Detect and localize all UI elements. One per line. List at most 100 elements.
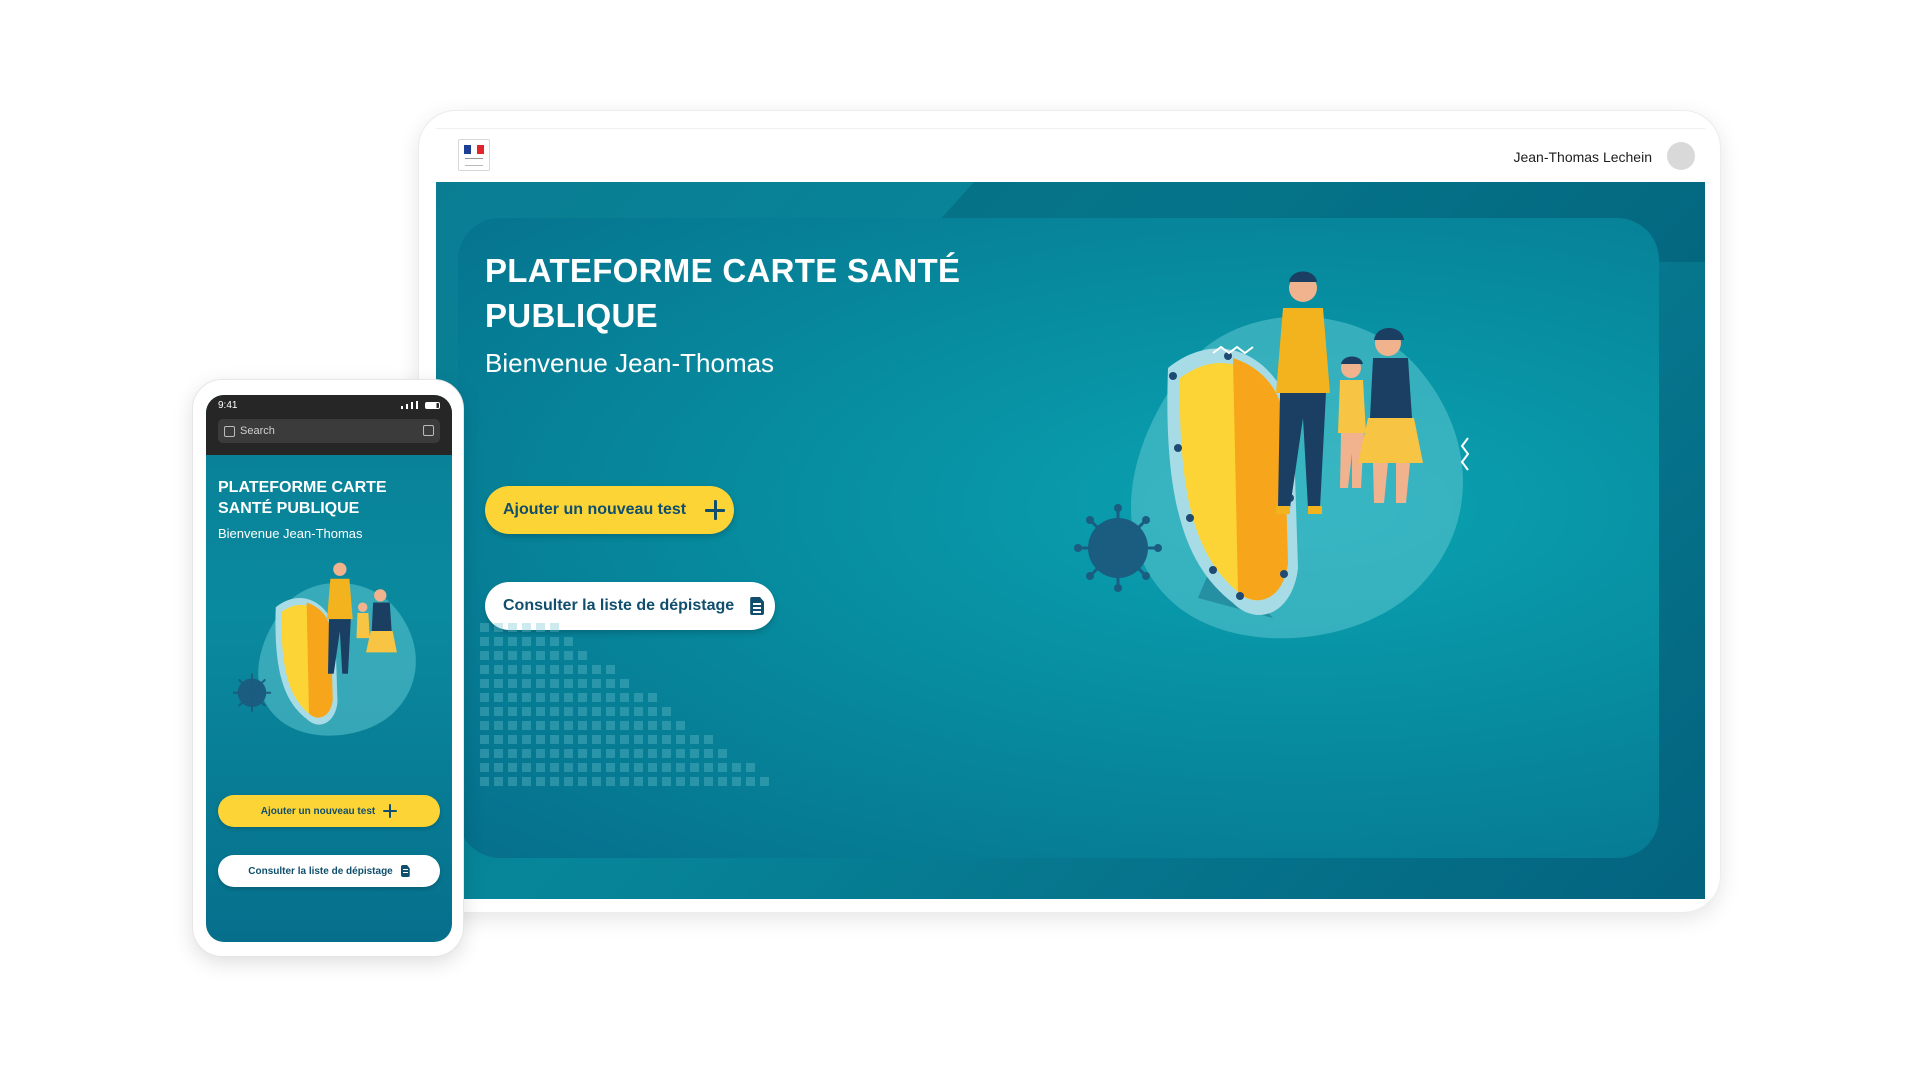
decoration-dot xyxy=(620,693,629,702)
decoration-dot xyxy=(522,749,531,758)
reader-icon[interactable] xyxy=(423,425,434,436)
decoration-dot xyxy=(648,735,657,744)
decoration-dot xyxy=(648,749,657,758)
decoration-dot xyxy=(620,679,629,688)
document-icon xyxy=(400,865,410,877)
decoration-dot xyxy=(508,707,517,716)
user-avatar-icon[interactable] xyxy=(1667,142,1695,170)
decoration-dot xyxy=(550,721,559,730)
plus-icon xyxy=(704,499,726,521)
hero-background: PLATEFORME CARTE SANTÉ PUBLIQUE Bienvenu… xyxy=(436,182,1705,899)
decoration-dot xyxy=(606,693,615,702)
phone-screen: 9:41 Search PLATEFORME CARTE SANTÉ PUBLI… xyxy=(206,395,452,942)
decoration-dot xyxy=(746,763,755,772)
decoration-dot xyxy=(578,707,587,716)
decoration-dot xyxy=(578,749,587,758)
decoration-dot xyxy=(508,749,517,758)
decoration-dot xyxy=(690,735,699,744)
decoration-dot xyxy=(662,721,671,730)
decoration-dot xyxy=(480,749,489,758)
decoration-dot xyxy=(536,777,545,786)
add-test-button[interactable]: Ajouter un nouveau test xyxy=(485,486,734,534)
app-header: Jean-Thomas Lechein xyxy=(436,128,1705,182)
decoration-dot xyxy=(676,735,685,744)
search-field[interactable]: Search xyxy=(218,419,440,443)
decoration-dot xyxy=(480,679,489,688)
decoration-dot xyxy=(508,623,517,632)
decoration-dot xyxy=(494,623,503,632)
decoration-dot xyxy=(718,777,727,786)
tablet-screen: Jean-Thomas Lechein PLATEFORME CARTE SAN… xyxy=(436,128,1705,1008)
decoration-dot xyxy=(480,693,489,702)
decoration-dot xyxy=(550,623,559,632)
decoration-dot xyxy=(620,707,629,716)
decoration-dot xyxy=(592,693,601,702)
decoration-dot xyxy=(690,777,699,786)
decoration-dot xyxy=(704,777,713,786)
mobile-page-title: PLATEFORME CARTE SANTÉ PUBLIQUE xyxy=(218,479,387,517)
decoration-dot xyxy=(592,749,601,758)
decoration-dot xyxy=(536,679,545,688)
mobile-add-test-button[interactable]: Ajouter un nouveau test xyxy=(218,795,440,827)
decoration-dot xyxy=(550,735,559,744)
decoration-dot xyxy=(494,721,503,730)
decoration-dot xyxy=(508,763,517,772)
decoration-dot xyxy=(606,777,615,786)
decoration-dot xyxy=(536,721,545,730)
decoration-dot xyxy=(536,749,545,758)
user-name[interactable]: Jean-Thomas Lechein xyxy=(1513,149,1652,165)
decoration-dot xyxy=(536,707,545,716)
decoration-dot xyxy=(522,665,531,674)
decoration-dot xyxy=(676,777,685,786)
decoration-dot xyxy=(536,623,545,632)
decoration-dot xyxy=(536,665,545,674)
decoration-dot xyxy=(494,735,503,744)
plus-icon xyxy=(383,804,398,818)
decoration-dot xyxy=(508,735,517,744)
decoration-dot xyxy=(662,735,671,744)
mobile-family-shield-illustration xyxy=(233,562,416,736)
decoration-dot xyxy=(634,693,643,702)
decoration-dot xyxy=(704,763,713,772)
decoration-dot xyxy=(620,721,629,730)
decoration-dot xyxy=(564,665,573,674)
decoration-dot xyxy=(550,749,559,758)
decoration-dot xyxy=(564,735,573,744)
decoration-dot xyxy=(676,749,685,758)
status-time: 9:41 xyxy=(218,400,238,411)
decoration-dot xyxy=(606,749,615,758)
hero-card: PLATEFORME CARTE SANTÉ PUBLIQUE Bienvenu… xyxy=(458,218,1659,858)
decoration-dot xyxy=(606,721,615,730)
decoration-dot xyxy=(634,777,643,786)
decoration-dot xyxy=(550,637,559,646)
decoration-dot xyxy=(494,679,503,688)
decoration-dot xyxy=(564,637,573,646)
decoration-dot xyxy=(578,693,587,702)
dot-pattern-decoration xyxy=(480,623,769,786)
decoration-dot xyxy=(550,679,559,688)
decoration-dot xyxy=(648,763,657,772)
decoration-dot xyxy=(480,721,489,730)
decoration-dot xyxy=(564,721,573,730)
decoration-dot xyxy=(592,665,601,674)
decoration-dot xyxy=(522,693,531,702)
decoration-dot xyxy=(536,763,545,772)
mobile-screening-list-label: Consulter la liste de dépistage xyxy=(248,865,393,877)
decoration-dot xyxy=(578,763,587,772)
battery-icon xyxy=(425,402,440,409)
mobile-screening-list-button[interactable]: Consulter la liste de dépistage xyxy=(218,855,440,887)
decoration-dot xyxy=(508,637,517,646)
decoration-dot xyxy=(592,735,601,744)
decoration-dot xyxy=(676,721,685,730)
decoration-dot xyxy=(564,707,573,716)
republique-francaise-logo-icon[interactable] xyxy=(458,139,490,171)
decoration-dot xyxy=(536,735,545,744)
decoration-dot xyxy=(480,651,489,660)
decoration-dot xyxy=(648,777,657,786)
decoration-dot xyxy=(522,721,531,730)
decoration-dot xyxy=(494,693,503,702)
decoration-dot xyxy=(732,777,741,786)
decoration-dot xyxy=(634,707,643,716)
decoration-dot xyxy=(550,693,559,702)
decoration-dot xyxy=(494,777,503,786)
